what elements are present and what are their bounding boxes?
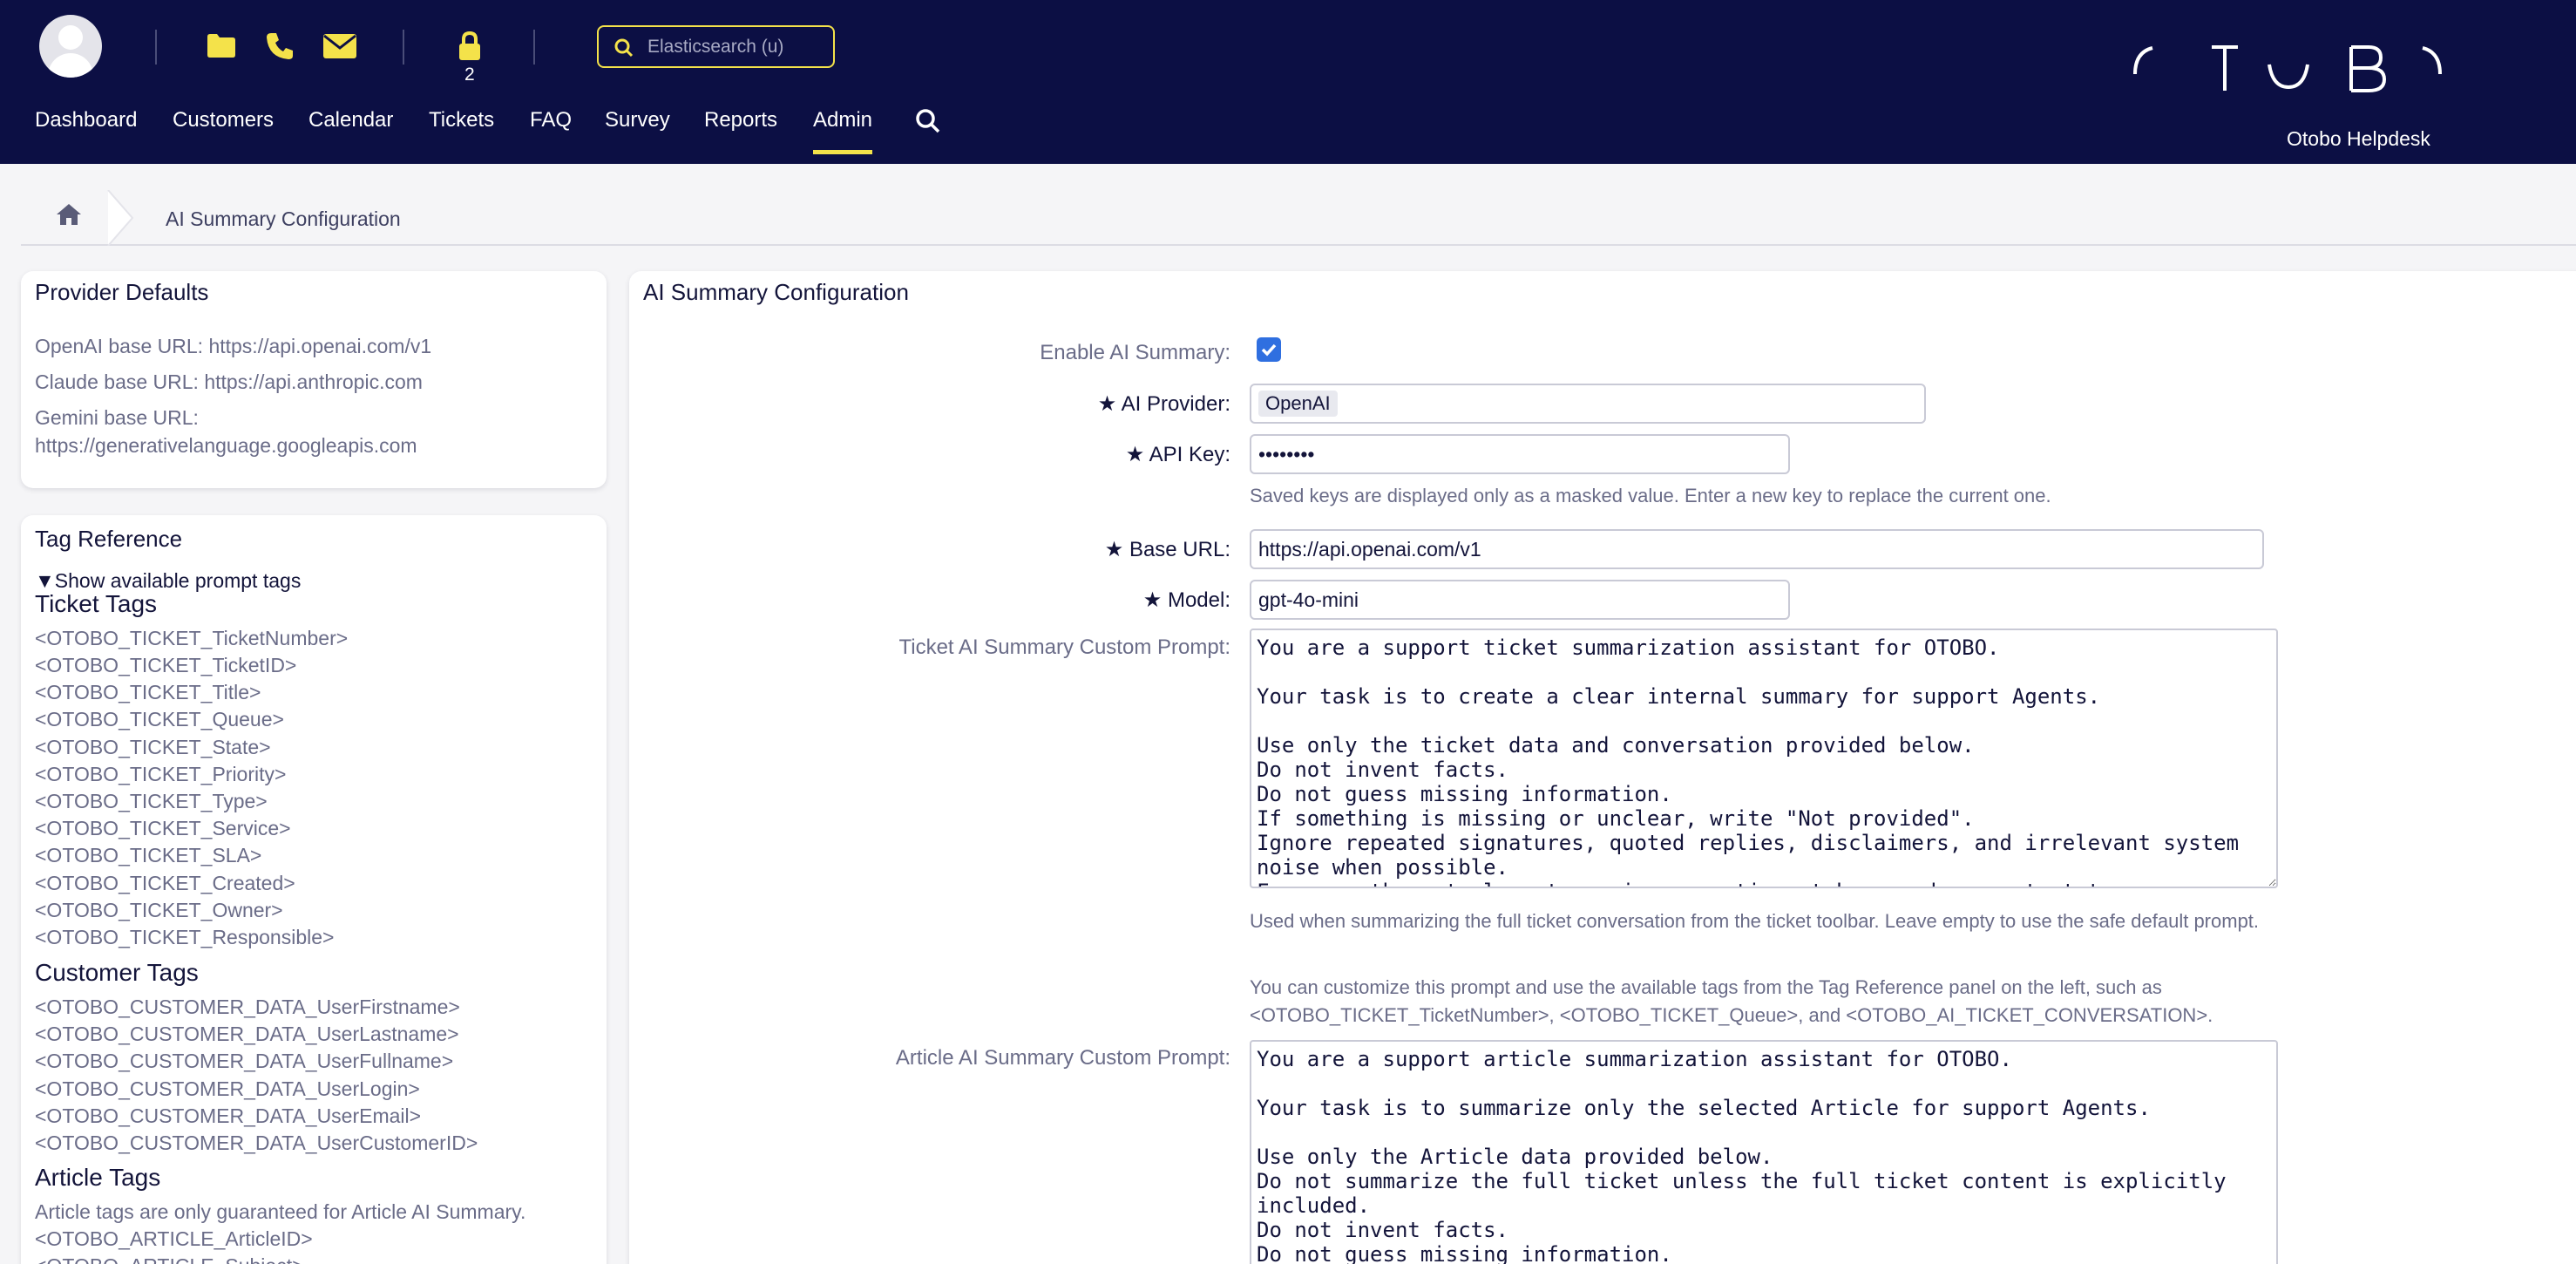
ai-provider-value: OpenAI: [1258, 391, 1338, 417]
breadcrumb: AI Summary Configuration: [21, 189, 2576, 247]
nav-search-icon[interactable]: [915, 108, 941, 140]
gemini-base-url: https://generativelanguage.googleapis.co…: [35, 434, 417, 457]
nav-survey[interactable]: Survey: [605, 108, 670, 133]
ticket-tag: <OTOBO_TICKET_Queue>: [35, 708, 284, 731]
avatar-icon[interactable]: [39, 15, 102, 78]
envelope-icon[interactable]: [322, 33, 357, 64]
base-url-input[interactable]: [1250, 529, 2264, 569]
show-tags-label: Show available prompt tags: [54, 569, 302, 592]
nav-reports[interactable]: Reports: [704, 108, 777, 133]
enable-ai-summary-label: Enable AI Summary:: [1040, 341, 1230, 364]
article-tag: <OTOBO_ARTICLE_ArticleID>: [35, 1227, 313, 1250]
breadcrumb-separator: [105, 189, 139, 247]
ticket-prompt-tags-help: You can customize this prompt and use th…: [1250, 976, 2213, 1026]
nav-dashboard[interactable]: Dashboard: [35, 108, 137, 133]
lock-icon[interactable]: [457, 31, 483, 65]
form-labels: Enable AI Summary: ★ AI Provider: ★ API …: [629, 271, 1230, 1264]
show-tags-toggle[interactable]: ▼Show available prompt tags: [35, 569, 301, 593]
ticket-tag: <OTOBO_TICKET_TicketNumber>: [35, 627, 349, 649]
api-key-label: ★ API Key:: [1125, 443, 1230, 466]
ticket-tag: <OTOBO_TICKET_Priority>: [35, 763, 287, 785]
ticket-tag: <OTOBO_TICKET_State>: [35, 736, 271, 758]
ticket-tag: <OTOBO_TICKET_Title>: [35, 681, 261, 703]
customer-tag: <OTOBO_CUSTOMER_DATA_UserLogin>: [35, 1077, 420, 1100]
customer-tag: <OTOBO_CUSTOMER_DATA_UserFirstname>: [35, 996, 460, 1018]
ticket-tag: <OTOBO_TICKET_Created>: [35, 872, 295, 894]
tag-reference-panel: Tag Reference ▼Show available prompt tag…: [21, 515, 607, 1264]
api-key-help: Saved keys are displayed only as a maske…: [1250, 485, 2051, 506]
breadcrumb-current: AI Summary Configuration: [166, 207, 401, 230]
api-key-input[interactable]: [1250, 434, 1790, 474]
nav-faq[interactable]: FAQ: [530, 108, 572, 133]
article-tags-heading: Article Tags: [35, 1164, 161, 1191]
base-url-label: ★ Base URL:: [1104, 538, 1230, 561]
provider-defaults-panel: Provider Defaults OpenAI base URL: https…: [21, 271, 607, 488]
nav-calendar[interactable]: Calendar: [308, 108, 393, 133]
enable-ai-summary-checkbox[interactable]: [1257, 337, 1281, 362]
article-prompt-label: Article AI Summary Custom Prompt:: [895, 1046, 1230, 1070]
customer-tag: <OTOBO_CUSTOMER_DATA_UserCustomerID>: [35, 1131, 478, 1154]
nav-admin[interactable]: Admin: [813, 108, 873, 154]
customer-tags-heading: Customer Tags: [35, 959, 199, 986]
model-label: ★ Model:: [1142, 588, 1230, 612]
folder-icon[interactable]: [206, 31, 237, 64]
nav-customers[interactable]: Customers: [173, 108, 274, 133]
customer-tag: <OTOBO_CUSTOMER_DATA_UserEmail>: [35, 1104, 422, 1127]
ticket-tag: <OTOBO_TICKET_Type>: [35, 790, 268, 812]
ticket-prompt-textarea[interactable]: You are a support ticket summarization a…: [1250, 629, 2278, 888]
gemini-base-url-label: Gemini base URL:: [35, 406, 199, 429]
article-tag: <OTOBO_ARTICLE_Subject>: [35, 1254, 304, 1264]
model-input[interactable]: [1250, 580, 1790, 620]
ticket-tag: <OTOBO_TICKET_TicketID>: [35, 654, 297, 676]
locked-tickets-count: 2: [464, 65, 475, 85]
ai-provider-select[interactable]: OpenAI: [1250, 384, 1926, 424]
customer-tag: <OTOBO_CUSTOMER_DATA_UserLastname>: [35, 1023, 459, 1045]
header-divider: [533, 30, 535, 65]
provider-defaults-title: Provider Defaults: [35, 279, 209, 305]
ticket-prompt-label: Ticket AI Summary Custom Prompt:: [898, 635, 1230, 659]
search-input[interactable]: [647, 36, 822, 58]
ticket-tag: <OTOBO_TICKET_Service>: [35, 817, 291, 839]
ticket-prompt-help: Used when summarizing the full ticket co…: [1250, 910, 2260, 932]
claude-base-url: Claude base URL: https://api.anthropic.c…: [35, 370, 423, 393]
search-icon: [614, 38, 634, 58]
customer-tag: <OTOBO_CUSTOMER_DATA_UserFullname>: [35, 1050, 454, 1072]
otobo-logo: [2126, 35, 2457, 96]
article-tags-note: Article tags are only guaranteed for Art…: [35, 1200, 526, 1223]
header-divider: [403, 30, 404, 65]
ticket-tag: <OTOBO_TICKET_Owner>: [35, 899, 283, 921]
brand-name: Otobo Helpdesk: [2287, 127, 2430, 150]
triangle-down-icon: ▼: [35, 569, 55, 592]
tag-reference-title: Tag Reference: [35, 526, 183, 552]
header-divider: [155, 30, 157, 65]
article-prompt-textarea[interactable]: You are a support article summarization …: [1250, 1040, 2278, 1264]
ai-summary-config-panel: AI Summary Configuration Enable AI Summa…: [629, 271, 2576, 1264]
ticket-tag: <OTOBO_TICKET_SLA>: [35, 844, 262, 866]
phone-icon[interactable]: [265, 31, 295, 65]
openai-base-url: OpenAI base URL: https://api.openai.com/…: [35, 335, 432, 357]
ai-provider-label: ★ AI Provider:: [1097, 392, 1230, 416]
ticket-tag: <OTOBO_TICKET_Responsible>: [35, 926, 335, 948]
elasticsearch-box[interactable]: [597, 25, 835, 68]
home-icon[interactable]: [56, 202, 91, 234]
top-header: 2 Dashboard Customers Calendar Tickets F…: [0, 0, 2576, 164]
nav-tickets[interactable]: Tickets: [429, 108, 494, 133]
ticket-tags-heading: Ticket Tags: [35, 590, 158, 617]
